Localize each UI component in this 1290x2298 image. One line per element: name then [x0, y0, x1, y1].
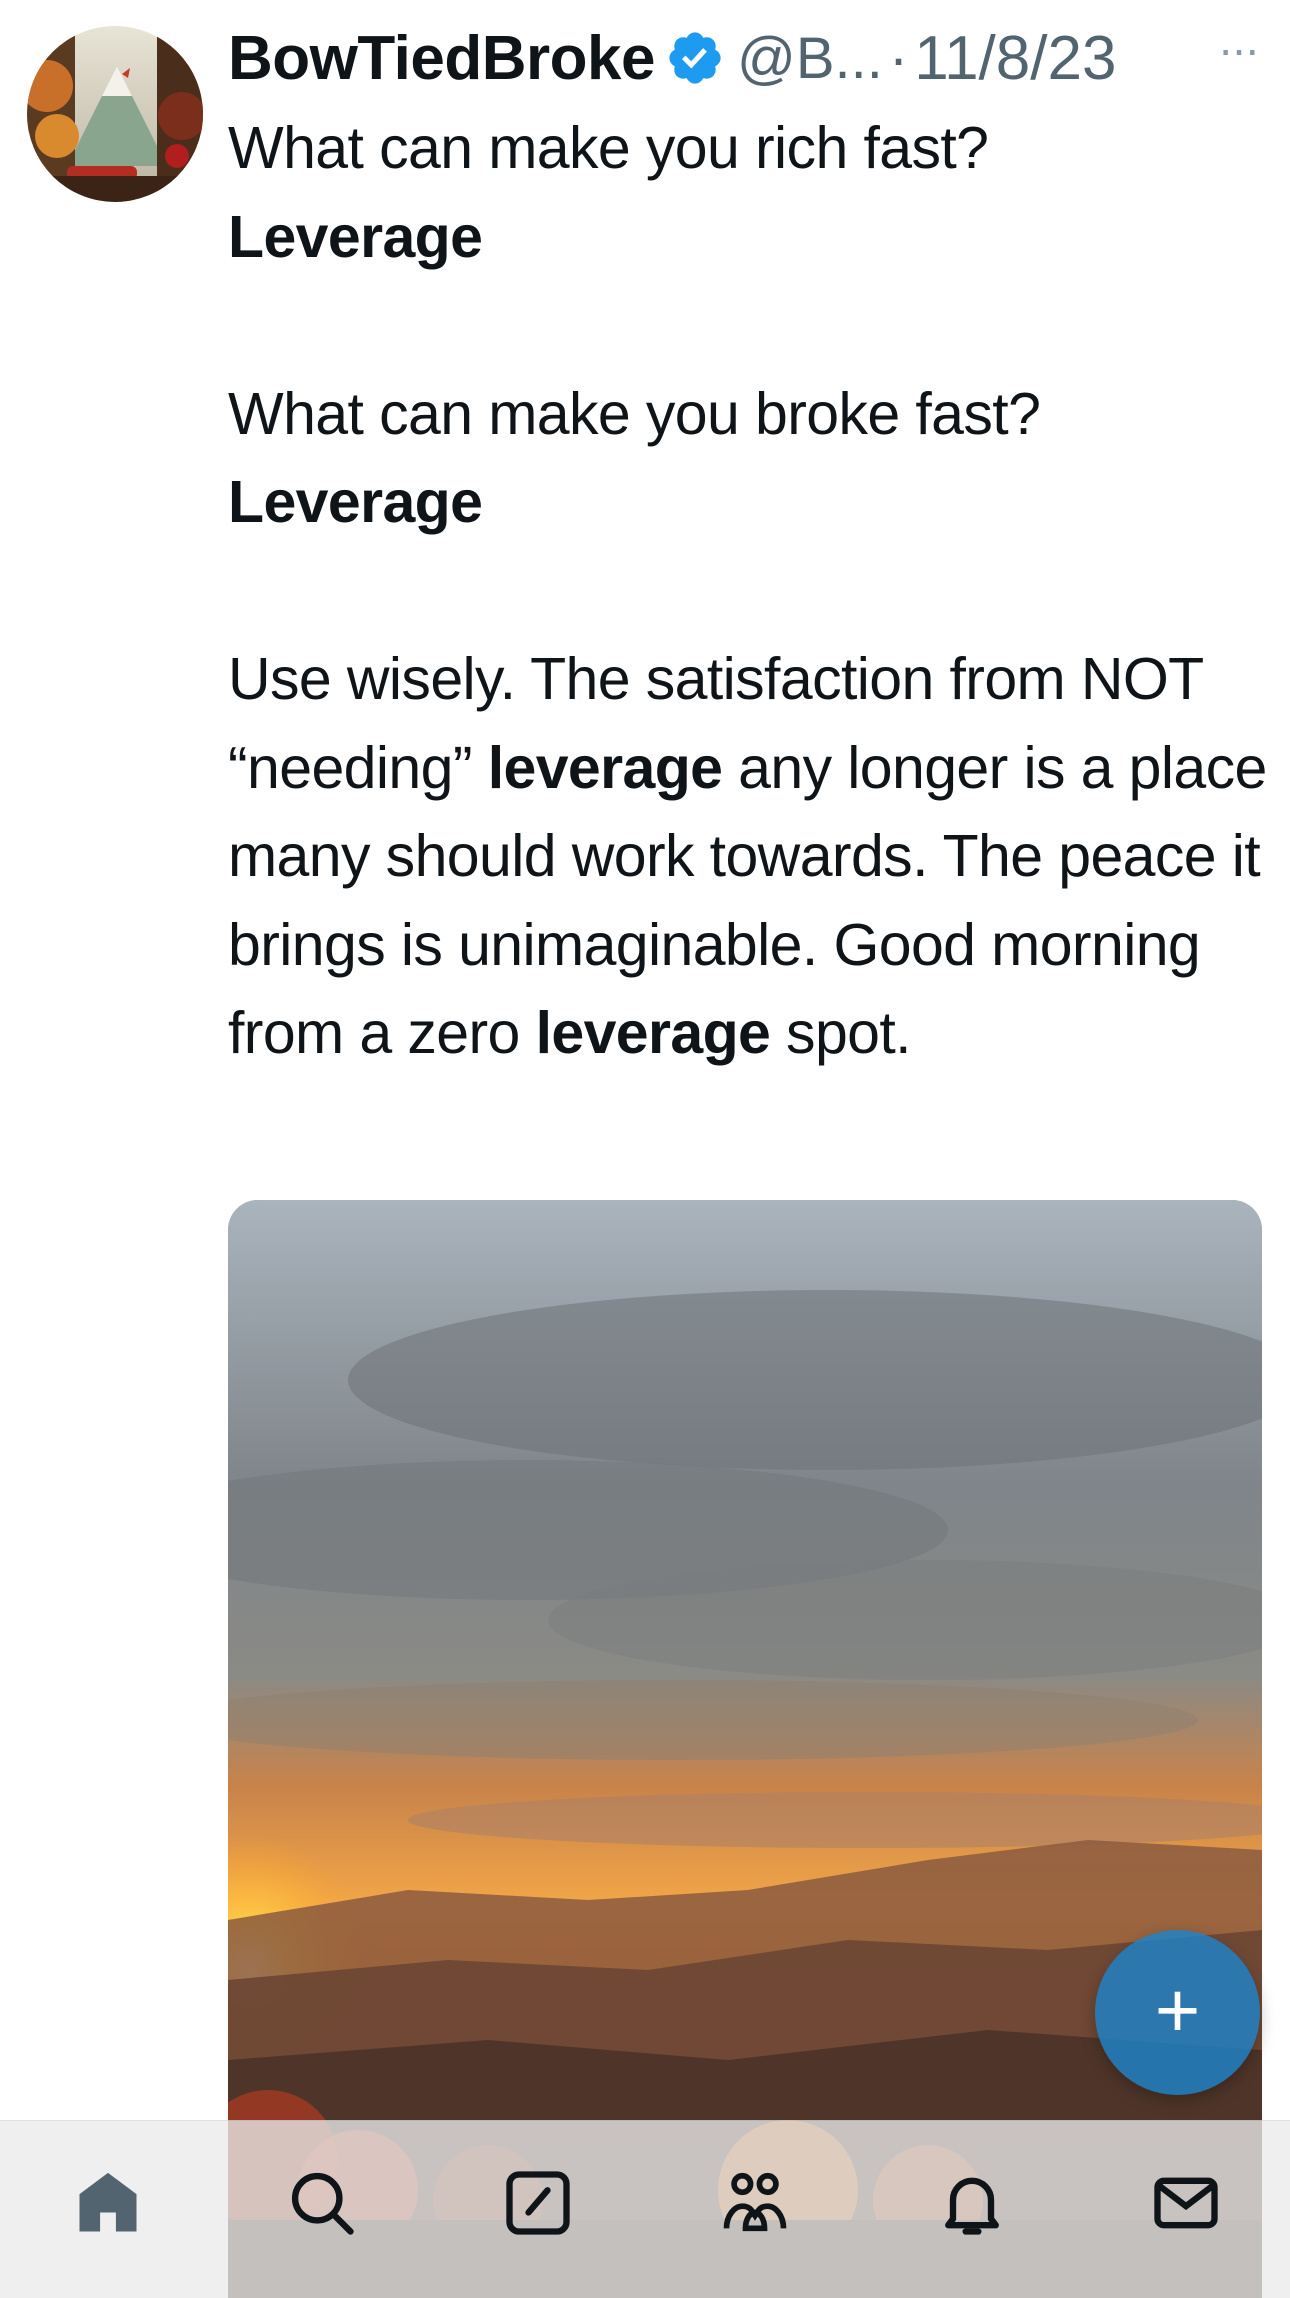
compose-fab-button[interactable]: + — [1095, 1930, 1260, 2095]
display-name[interactable]: BowTiedBroke — [228, 23, 655, 94]
timestamp[interactable]: 11/8/23 — [914, 23, 1116, 94]
text-span: leverage — [487, 734, 723, 801]
text-paragraph: Use wisely. The satisfaction from NOT “n… — [228, 635, 1283, 1078]
search-icon — [291, 2172, 354, 2235]
handle[interactable]: @B... — [737, 25, 883, 92]
tab-communities[interactable] — [717, 2165, 793, 2241]
separator: · — [888, 25, 909, 91]
bell-icon — [945, 2177, 999, 2235]
text-line: What can make you broke fast? — [228, 380, 1041, 447]
bottom-tab-bar — [0, 2120, 1290, 2298]
text-line: What can make you rich fast? — [228, 115, 989, 181]
text-line: Leverage — [228, 469, 483, 535]
text-line: Leverage — [228, 203, 483, 270]
avatar[interactable] — [27, 26, 203, 202]
avatar-image — [27, 26, 203, 202]
communities-icon — [723, 2172, 787, 2232]
home-icon — [79, 2172, 137, 2232]
tab-messages[interactable] — [1148, 2165, 1224, 2241]
plus-icon: + — [1154, 1965, 1201, 2054]
tweet-header: BowTiedBroke @B... · 11/8/23 ··· — [228, 18, 1268, 98]
mail-icon — [1154, 2177, 1218, 2229]
tab-notifications[interactable] — [934, 2165, 1010, 2241]
text-span: leverage — [535, 1000, 771, 1066]
text-span: spot. — [770, 1000, 912, 1066]
compose-icon — [506, 2171, 570, 2235]
tab-compose[interactable] — [500, 2165, 576, 2241]
verified-badge-icon — [669, 32, 721, 84]
tab-search[interactable] — [284, 2165, 360, 2241]
tab-home[interactable] — [70, 2165, 146, 2241]
tweet-text: What can make you rich fast? Leverage Wh… — [228, 104, 1283, 1078]
screen: BowTiedBroke @B... · 11/8/23 ··· What ca… — [0, 0, 1290, 2298]
more-options-icon[interactable]: ··· — [1218, 22, 1260, 76]
